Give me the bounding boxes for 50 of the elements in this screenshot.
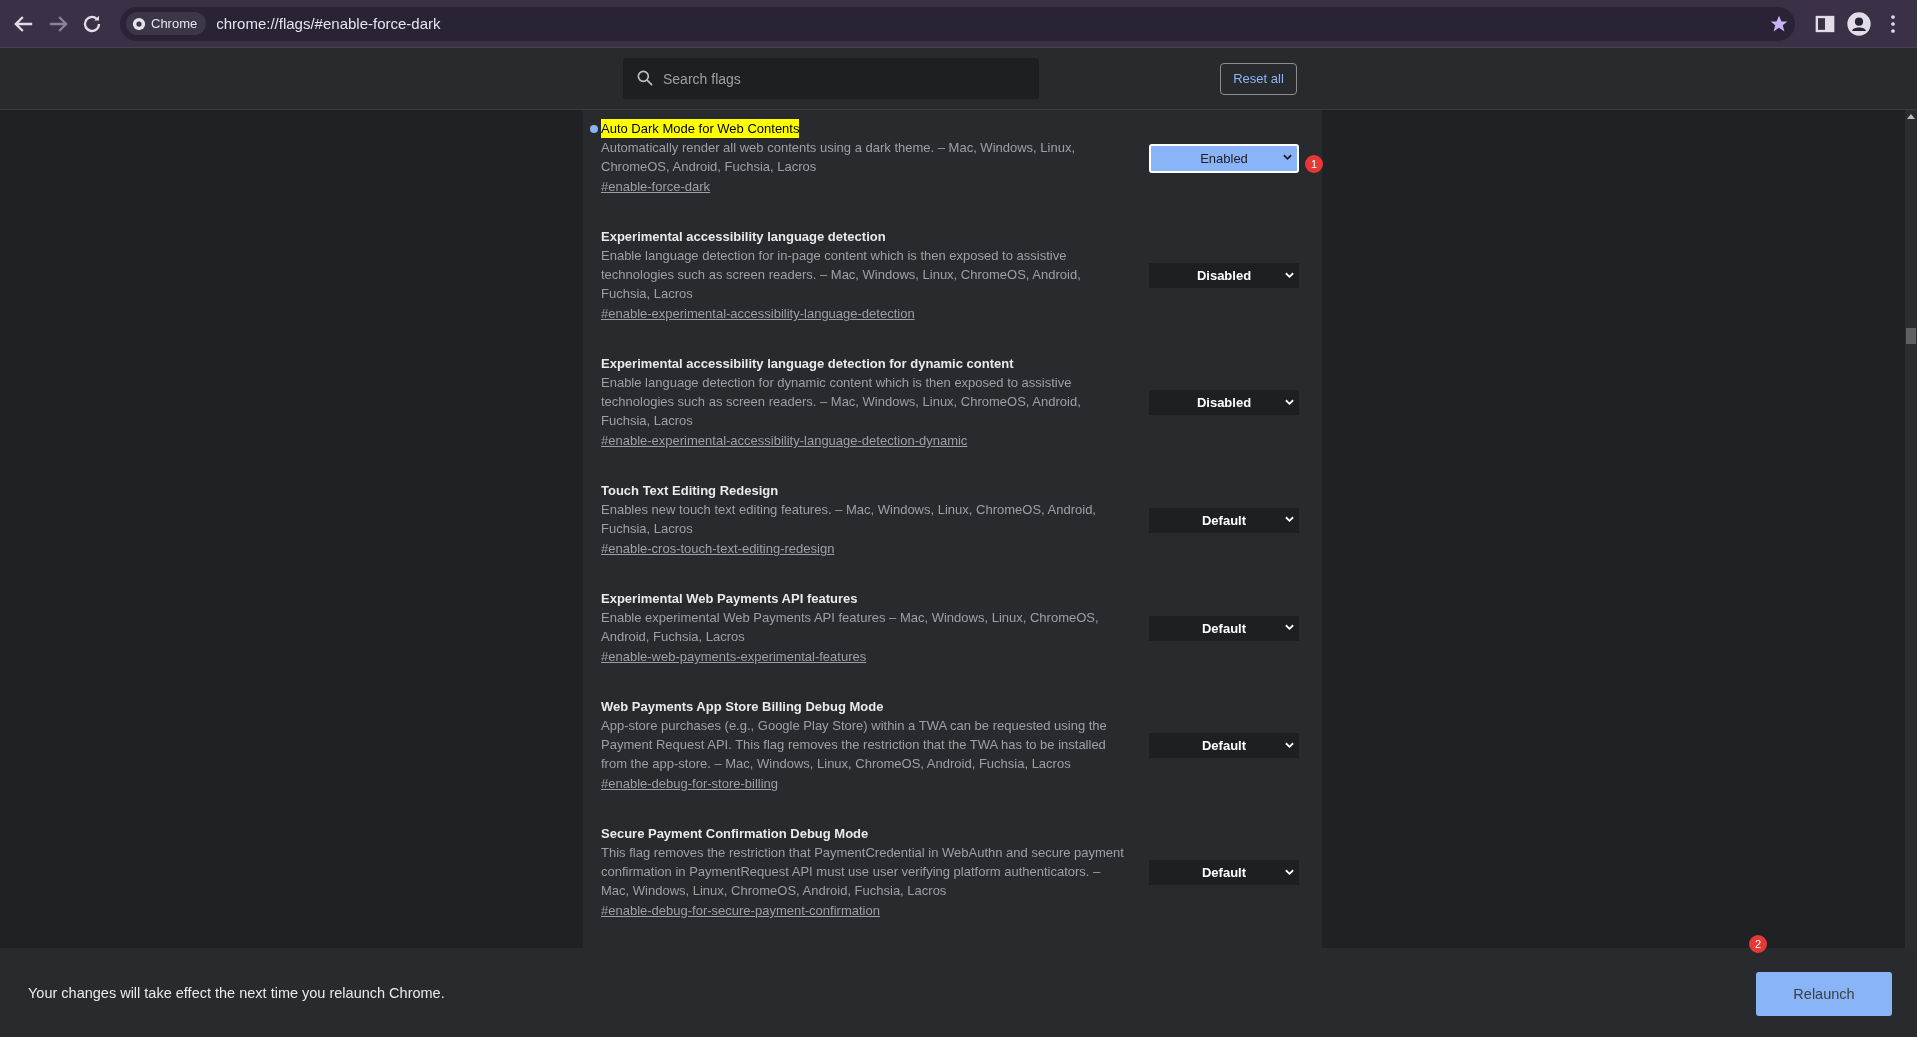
flag-title: Web Payments App Store Billing Debug Mode xyxy=(601,698,884,716)
flag-link[interactable]: #enable-web-payments-experimental-features xyxy=(601,646,867,667)
relaunch-message: Your changes will take effect the next time you relaunch Chrome. xyxy=(28,984,446,1001)
flag-title: Experimental Web Payments API features xyxy=(601,590,858,608)
annotation-badge: 1 xyxy=(1305,155,1323,173)
chevron-icon xyxy=(1285,398,1294,406)
scroll-up-icon[interactable] xyxy=(1907,113,1915,119)
flag-link[interactable]: #enable-debug-for-store-billing xyxy=(601,773,779,794)
chevron-icon xyxy=(1285,868,1294,876)
flag-description: Enable language detection for dynamic content which is then exposed to assistive technologies such as screen readers. – Mac, Windows, Linux, ChromeOS, Android, Fuchsia, Lacros xyxy=(601,374,1082,430)
chevron-icon xyxy=(1283,154,1292,161)
flag-title: Auto Dark Mode for Web Contents xyxy=(601,119,800,138)
flag-dropdown[interactable]: Default xyxy=(1149,507,1299,533)
annotation-badge: 2 xyxy=(1749,935,1767,953)
flag-title: Experimental accessibility language detection xyxy=(601,228,886,246)
flag-description: App-store purchases (e.g., Google Play Store) within a TWA can be requested using the Payment Request API. This flag removes the restriction that the TWA has to be installed from the app-store. – Mac, Windows, Linux, ChromeOS, Android, Fuchsia, Lacros xyxy=(601,717,1108,773)
chevron-icon xyxy=(1285,624,1294,631)
scrollbar-thumb[interactable] xyxy=(1906,328,1916,344)
flag-description: Enable language detection for in-page content which is then exposed to assistive technologies such as screen readers. – Mac, Windows, Linux, ChromeOS, Android, Fuchsia, Lacros xyxy=(601,247,1082,303)
scrollbar[interactable] xyxy=(1905,110,1917,948)
chevron-icon xyxy=(1285,271,1294,279)
flag-title: Experimental accessibility language detection for dynamic content xyxy=(601,355,1014,373)
site-chip[interactable]: Chrome xyxy=(126,12,207,35)
chevron-icon xyxy=(1285,741,1294,749)
flag-dropdown[interactable]: Default xyxy=(1149,615,1299,641)
flag-link[interactable]: #enable-cros-touch-text-editing-redesign xyxy=(601,538,835,559)
flag-description: Automatically render all web contents using a dark theme. – Mac, Windows, Linux, ChromeOS, Android, Fuchsia, Lacros xyxy=(601,139,1076,176)
profile-icon[interactable] xyxy=(1845,9,1873,38)
flag-link[interactable]: #enable-experimental-accessibility-language-detection xyxy=(601,303,915,324)
url-text: chrome://flags/#enable-force-dark xyxy=(216,15,442,32)
flag-link[interactable]: #enable-force-dark xyxy=(601,176,711,197)
reset-all-button[interactable]: Reset all xyxy=(1220,62,1297,95)
relaunch-button[interactable]: Relaunch xyxy=(1756,971,1892,1016)
search-icon xyxy=(635,68,655,88)
flag-dropdown[interactable]: Default xyxy=(1149,860,1299,885)
address-bar[interactable]: Chrome chrome://flags/#enable-force-dark xyxy=(120,6,1795,41)
flag-dropdown[interactable]: Disabled xyxy=(1149,263,1299,288)
flag-title: Secure Payment Confirmation Debug Mode xyxy=(601,825,869,843)
flag-dropdown[interactable]: Default xyxy=(1149,733,1299,758)
flag-description: Enable experimental Web Payments API features – Mac, Windows, Linux, ChromeOS, Android, Fuchsia, Lacros xyxy=(601,609,1100,646)
search-field[interactable]: Search flags xyxy=(623,58,1039,99)
flag-title: Touch Text Editing Redesign xyxy=(601,482,779,500)
flag-description: This flag removes the restriction that PaymentCredential in WebAuthn and secure payment confirmation in PaymentRequest API must use user verifying platform authenticators. – Mac, Windows, Linux, ChromeOS, Android, Fuchsia, Lacros xyxy=(601,844,1125,900)
flag-link[interactable]: #enable-debug-for-secure-payment-confirmation xyxy=(601,900,880,921)
flag-dropdown[interactable]: Disabled xyxy=(1149,390,1299,415)
chevron-icon xyxy=(1285,516,1294,523)
flag-link[interactable]: #enable-experimental-accessibility-language-detection-dynamic xyxy=(601,430,968,451)
flag-dropdown[interactable]: Enabled xyxy=(1149,143,1299,173)
flag-description: Enables new touch text editing features. – Mac, Windows, Linux, ChromeOS, Android, Fuchsia, Lacros xyxy=(601,501,1097,538)
chrome-logo-icon xyxy=(132,16,146,31)
